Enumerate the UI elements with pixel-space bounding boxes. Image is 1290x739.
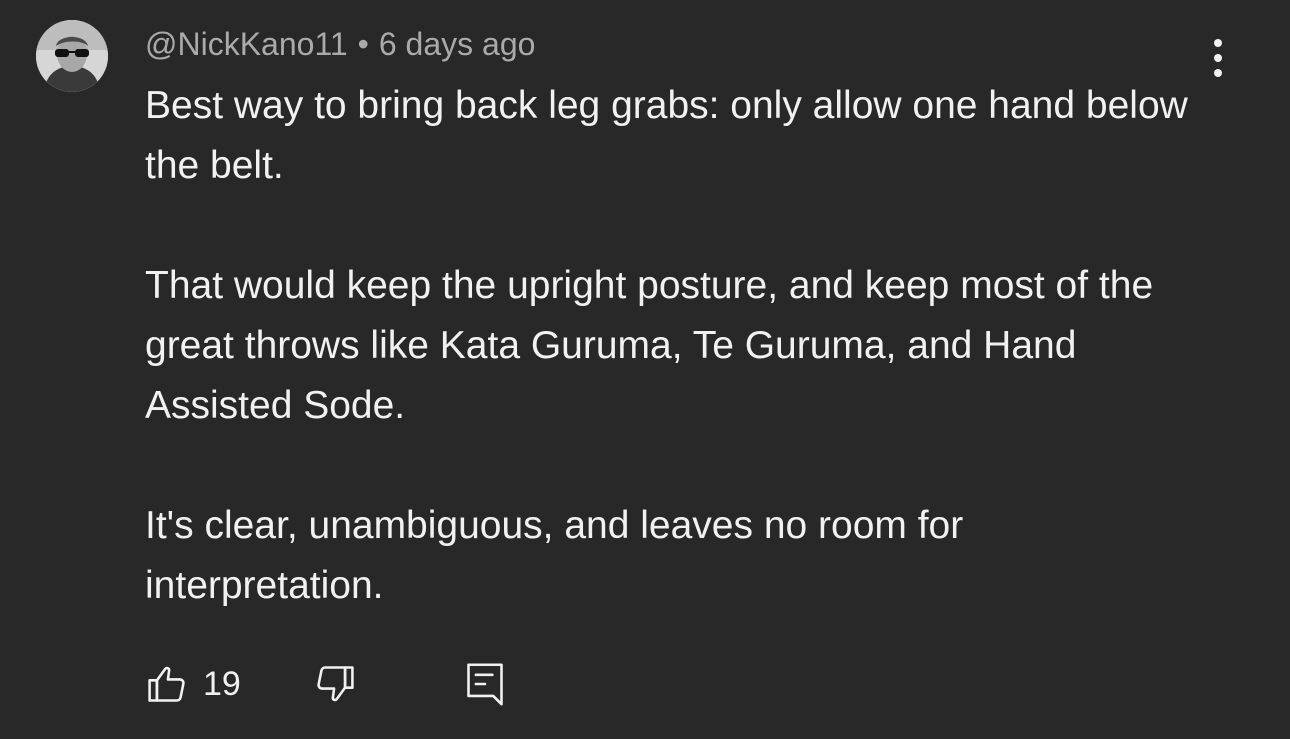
comment-body: Best way to bring back leg grabs: only a… <box>145 76 1205 616</box>
thumbs-up-icon <box>148 666 185 702</box>
comment-paragraph: That would keep the upright posture, and… <box>145 264 1154 427</box>
reply-comment-icon <box>467 663 503 706</box>
more-options-button[interactable] <box>1196 34 1240 82</box>
more-vert-icon-dot <box>1214 39 1222 47</box>
meta-separator: • <box>357 26 369 62</box>
reply-button[interactable] <box>463 658 507 710</box>
author-handle[interactable]: @NickKano11 <box>145 26 348 62</box>
avatar-image <box>36 20 108 92</box>
like-count: 19 <box>203 664 241 703</box>
more-vert-icon-dot <box>1214 69 1222 77</box>
comment-paragraph: Best way to bring back leg grabs: only a… <box>145 84 1188 187</box>
comment-meta: @NickKano11 • 6 days ago <box>145 24 535 64</box>
comment-paragraph: It's clear, unambiguous, and leaves no r… <box>145 504 964 607</box>
like-button[interactable]: 19 <box>145 658 241 710</box>
dislike-button[interactable] <box>313 658 357 710</box>
more-vert-icon-dot <box>1214 54 1222 62</box>
thumbs-down-icon <box>317 666 354 702</box>
avatar[interactable] <box>36 20 108 92</box>
comment-timestamp: 6 days ago <box>378 26 536 62</box>
